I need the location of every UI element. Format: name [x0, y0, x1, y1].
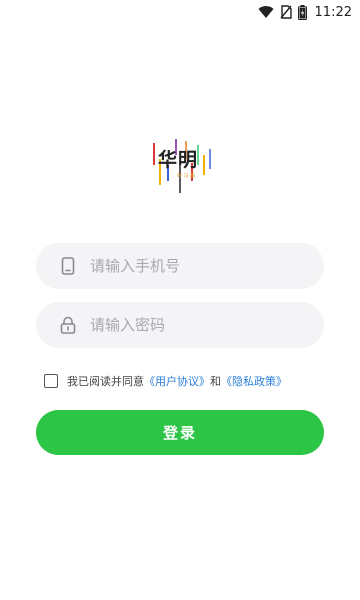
- status-bar: 11:22: [0, 0, 360, 24]
- phone-input[interactable]: [90, 243, 310, 289]
- agreement-text: 我已阅读并同意 《用户协议》 和 《隐私政策》: [67, 373, 287, 389]
- privacy-policy-link[interactable]: 《隐私政策》: [221, 373, 287, 389]
- login-button[interactable]: 登录: [36, 410, 324, 455]
- agreement-row: 我已阅读并同意 《用户协议》 和 《隐私政策》: [44, 372, 287, 390]
- phone-field[interactable]: [36, 243, 324, 289]
- password-field[interactable]: [36, 302, 324, 348]
- status-time: 11:22: [314, 4, 352, 20]
- no-sim-icon: [279, 5, 292, 19]
- password-input[interactable]: [90, 302, 310, 348]
- battery-icon: [297, 4, 307, 20]
- phone-icon: [58, 256, 78, 276]
- logo-subtitle: 好 马 赢: [177, 173, 196, 179]
- status-icons: 11:22: [258, 3, 352, 21]
- lock-icon: [58, 315, 78, 335]
- app-logo: 华明 好 马 赢: [146, 135, 216, 197]
- agreement-checkbox[interactable]: [44, 374, 58, 388]
- agreement-prefix: 我已阅读并同意: [67, 375, 144, 388]
- logo-title: 华明: [158, 149, 199, 171]
- user-agreement-link[interactable]: 《用户协议》: [144, 373, 210, 389]
- agreement-and: 和: [210, 375, 221, 388]
- wifi-icon: [258, 5, 274, 19]
